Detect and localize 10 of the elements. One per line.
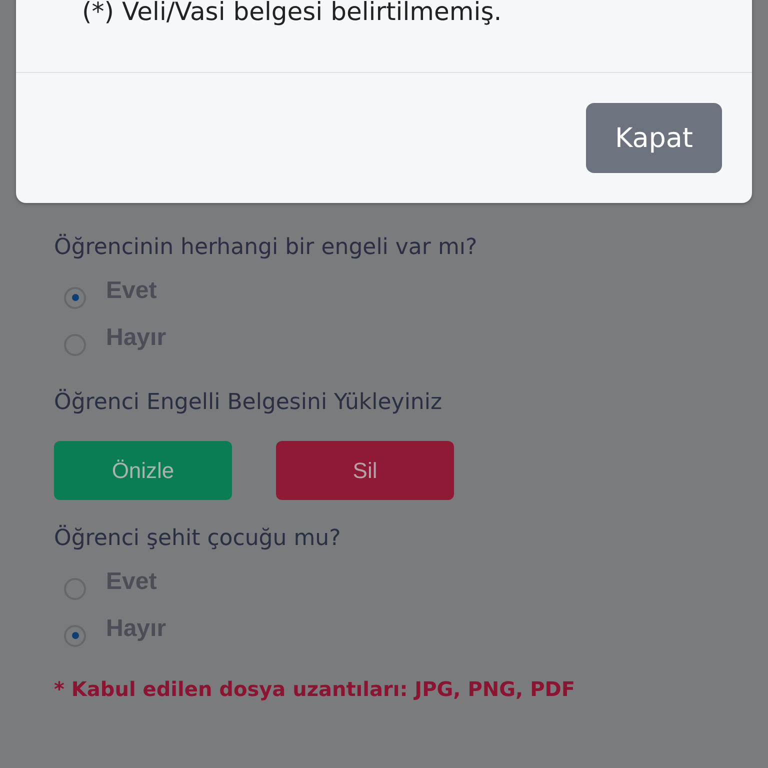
preview-button[interactable]: Önizle bbox=[54, 441, 232, 500]
radio-button[interactable] bbox=[64, 624, 86, 646]
upload-label: Öğrenci Engelli Belgesini Yükleyiniz bbox=[54, 390, 444, 415]
delete-button[interactable]: Sil bbox=[276, 441, 454, 500]
modal-message: (*) Veli/Vasi belgesi belirtilmemiş. bbox=[81, 0, 503, 28]
question-label: Öğrencinin herhangi bir engeli var mı? bbox=[54, 235, 478, 260]
file-types-note: * Kabul edilen dosya uzantıları: JPG, PNG, PDF bbox=[54, 677, 576, 701]
radio-button[interactable] bbox=[64, 286, 86, 308]
close-button[interactable]: Kapat bbox=[586, 103, 722, 173]
question-label: Öğrenci şehit çocuğu mu? bbox=[54, 526, 342, 551]
